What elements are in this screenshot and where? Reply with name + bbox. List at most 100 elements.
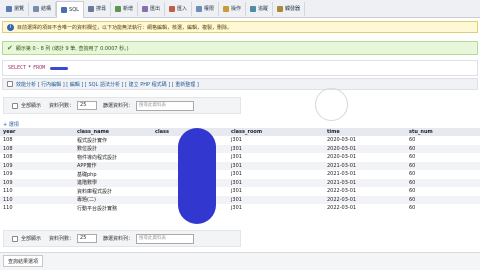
tab-label: 匯入 bbox=[176, 6, 187, 12]
table-cell-year: 108 bbox=[0, 153, 74, 162]
table-cell-stu-num: 60 bbox=[406, 178, 480, 187]
table-cell-class-room: j301 bbox=[228, 144, 324, 153]
table-row: 110 專題(二) j301 2022-03-01 60 bbox=[0, 195, 480, 204]
tab-browse[interactable]: 瀏覽 bbox=[2, 1, 30, 16]
tab-label: 權限 bbox=[204, 6, 215, 12]
table-row: 108 數位設計 j301 2020-03-01 60 bbox=[0, 144, 480, 153]
tab-bar: 瀏覽 結構 SQL 搜尋 新增 匯出 匯入 權限 操作 追蹤 觸發器 bbox=[0, 0, 480, 18]
table-cell-time: 2021-03-01 bbox=[324, 170, 406, 179]
tab-label: 操作 bbox=[231, 6, 242, 12]
row-count-label-bottom: 資料列數： bbox=[49, 236, 75, 242]
column-header-class-room[interactable]: class_room bbox=[228, 128, 324, 136]
tab-operations[interactable]: 操作 bbox=[219, 1, 247, 16]
table-cell-class-room: j301 bbox=[228, 161, 324, 170]
table-cell-stu-num: 60 bbox=[406, 161, 480, 170]
table-cell-time: 2020-03-01 bbox=[324, 144, 406, 153]
table-cell-time: 2021-03-01 bbox=[324, 161, 406, 170]
table-cell-year: 108 bbox=[0, 136, 74, 145]
table-cell-class-name: 物件導向程式設計 bbox=[74, 153, 152, 162]
tab-import[interactable]: 匯入 bbox=[165, 1, 192, 16]
query-results-options-button[interactable]: 查詢結果選項 bbox=[3, 255, 44, 267]
privileges-icon bbox=[196, 5, 202, 12]
footer-bar bbox=[0, 252, 480, 270]
table-cell-class-name: 程式設計實作 bbox=[74, 136, 152, 145]
operations-icon bbox=[223, 5, 230, 12]
tab-label: 瀏覽 bbox=[14, 6, 25, 12]
column-header-stu-num[interactable]: stu_num bbox=[406, 128, 480, 136]
sql-from-keyword: FROM bbox=[33, 65, 46, 71]
tab-search[interactable]: 搜尋 bbox=[84, 1, 111, 16]
sql-select-keyword: SELECT bbox=[8, 65, 27, 71]
tab-insert[interactable]: 新增 bbox=[111, 1, 138, 16]
show-all-label-bottom[interactable]: 全部顯示 bbox=[21, 235, 41, 242]
table-cell-time: 2022-03-01 bbox=[324, 195, 406, 204]
success-notice: ✔ 顯示第 0 - 8 列 (總計 9 筆, 查詢用了 0.0007 秒。) bbox=[2, 41, 478, 55]
column-header-year[interactable]: year bbox=[0, 128, 74, 136]
filter-label-bottom: 篩選資料列： bbox=[103, 236, 134, 242]
filter-input[interactable]: 搜尋此資料表 bbox=[136, 100, 195, 111]
structure-icon bbox=[33, 5, 40, 12]
table-row: 110 行動平台設計實務 j301 2022-03-01 60 bbox=[0, 204, 480, 213]
row-count-select-bottom[interactable]: 25 bbox=[77, 234, 98, 243]
table-cell-time: 2020-03-01 bbox=[324, 153, 406, 162]
tab-label: SQL bbox=[69, 6, 79, 13]
show-all-checkbox[interactable] bbox=[12, 102, 18, 109]
sql-star: * bbox=[28, 65, 32, 71]
show-all-checkbox-bottom[interactable] bbox=[12, 235, 18, 242]
export-icon bbox=[141, 5, 148, 12]
tab-triggers[interactable]: 觸發器 bbox=[273, 1, 306, 16]
info-icon: i bbox=[7, 23, 14, 31]
table-cell-year: 108 bbox=[0, 144, 74, 153]
tab-tracking[interactable]: 追蹤 bbox=[246, 1, 274, 16]
table-cell-year: 109 bbox=[0, 178, 74, 187]
query-links[interactable]: 效能分析 [ 行內編輯 ] [ 編輯 ] [ SQL 語法分析 ] [ 建立 P… bbox=[16, 81, 199, 88]
warning-text: 目前選擇的項目不含唯一的資料欄位，以下功能無法執行：網格編輯，核選，編輯，複製，… bbox=[17, 24, 233, 31]
import-icon bbox=[168, 5, 175, 12]
show-all-label[interactable]: 全部顯示 bbox=[21, 102, 41, 109]
table-cell-class-name: 數位設計 bbox=[74, 144, 152, 153]
checkmark-icon: ✔ bbox=[7, 44, 13, 52]
top-table-controls: 全部顯示 資料列數： 25 篩選資料列： 搜尋此資料表 bbox=[3, 97, 241, 114]
tab-label: 結構 bbox=[41, 6, 52, 12]
redaction-blob bbox=[178, 128, 216, 224]
table-cell-class-room: j301 bbox=[228, 187, 324, 196]
table-cell-class-room: j301 bbox=[228, 195, 324, 204]
profiling-checkbox[interactable] bbox=[7, 81, 13, 87]
table-cell-class-name: APP實作 bbox=[74, 161, 152, 170]
table-cell-class-name: 專題(二) bbox=[74, 195, 152, 204]
tab-sql[interactable]: SQL bbox=[56, 0, 84, 18]
table-cell-stu-num: 60 bbox=[406, 153, 480, 162]
success-text: 顯示第 0 - 8 列 (總計 9 筆, 查詢用了 0.0007 秒。) bbox=[15, 45, 129, 52]
tab-export[interactable]: 匯出 bbox=[138, 1, 165, 16]
sql-query-display: SELECT * FROM bbox=[2, 60, 478, 76]
table-cell-year: 109 bbox=[0, 161, 74, 170]
table-cell-stu-num: 60 bbox=[406, 204, 480, 213]
sql-icon bbox=[61, 6, 68, 13]
table-row: 109 進階數學 j301 2021-03-01 60 bbox=[0, 178, 480, 187]
options-toggle[interactable]: + 選項 bbox=[3, 121, 19, 128]
filter-input-bottom[interactable]: 搜尋此資料表 bbox=[136, 233, 195, 244]
column-header-time[interactable]: time bbox=[324, 128, 406, 136]
row-count-select[interactable]: 25 bbox=[77, 101, 98, 110]
tracking-icon bbox=[250, 5, 257, 12]
table-cell-stu-num: 60 bbox=[406, 144, 480, 153]
cursor-highlight bbox=[315, 88, 348, 121]
search-icon bbox=[87, 5, 94, 12]
table-row: 110 資料庫程式設計 j301 2022-03-01 60 bbox=[0, 187, 480, 196]
tab-structure[interactable]: 結構 bbox=[29, 1, 57, 16]
column-header-class-name[interactable]: class_name bbox=[74, 128, 152, 136]
query-links-bar: 效能分析 [ 行內編輯 ] [ 編輯 ] [ SQL 語法分析 ] [ 建立 P… bbox=[2, 78, 478, 90]
tab-label: 新增 bbox=[122, 6, 133, 12]
table-cell-time: 2022-03-01 bbox=[324, 204, 406, 213]
table-cell-class-room: j301 bbox=[228, 170, 324, 179]
tab-privileges[interactable]: 權限 bbox=[192, 1, 220, 16]
table-cell-class-name: 進階數學 bbox=[74, 178, 152, 187]
tab-label: 匯出 bbox=[149, 6, 160, 12]
tab-label: 追蹤 bbox=[258, 6, 269, 12]
row-count-label: 資料列數： bbox=[49, 103, 75, 109]
triggers-icon bbox=[277, 5, 284, 12]
redaction-mark bbox=[50, 66, 69, 70]
table-cell-time: 2021-03-01 bbox=[324, 178, 406, 187]
table-row: 108 程式設計實作 j301 2020-03-01 60 bbox=[0, 136, 480, 145]
table-cell-class-room: j301 bbox=[228, 204, 324, 213]
